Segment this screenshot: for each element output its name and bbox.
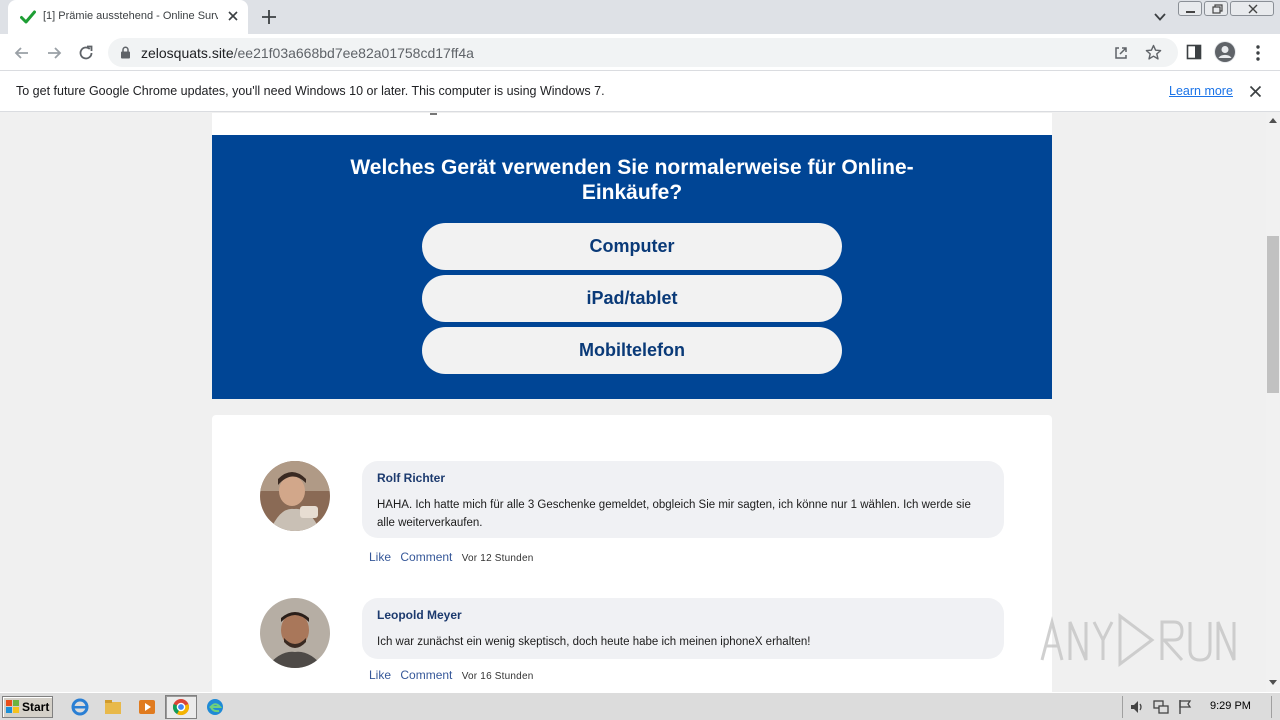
- scroll-up-arrow-icon[interactable]: [1269, 117, 1277, 123]
- speaker-icon[interactable]: [1129, 699, 1145, 715]
- profile-avatar-icon[interactable]: [1214, 41, 1236, 63]
- windows-flag-icon: [6, 700, 19, 713]
- minimize-button[interactable]: [1178, 1, 1202, 16]
- infobar-message: To get future Google Chrome updates, you…: [16, 84, 605, 98]
- url-text[interactable]: zelosquats.site/ee21f03a668bd7ee82a01758…: [141, 45, 474, 61]
- comment-text: HAHA. Ich hatte mich für alle 3 Geschenk…: [377, 499, 971, 529]
- comment-bubble: Rolf Richter HAHA. Ich hatte mich für al…: [362, 461, 1004, 538]
- browser-tab[interactable]: [1] Prämie ausstehend - Online Survey: [8, 0, 248, 34]
- user-photo-icon: [260, 461, 330, 531]
- edge-icon[interactable]: [205, 697, 225, 717]
- green-checkmark-icon: [20, 10, 36, 24]
- tab-close-icon[interactable]: [225, 8, 241, 24]
- url-path: /ee21f03a668bd7ee82a01758cd17ff4a: [233, 45, 474, 61]
- infobar-close-icon[interactable]: [1249, 85, 1262, 98]
- page-viewport: Welches Gerät verwenden Sie normalerweis…: [0, 113, 1266, 692]
- card-top-edge: [212, 113, 1052, 135]
- restore-icon: [1212, 4, 1223, 14]
- close-icon: [1248, 4, 1258, 14]
- question-title: Welches Gerät verwenden Sie normalerweis…: [350, 156, 914, 204]
- restore-button[interactable]: [1204, 1, 1228, 16]
- share-icon[interactable]: [1113, 45, 1129, 61]
- file-explorer-icon[interactable]: [103, 697, 123, 717]
- chrome-icon: [172, 699, 190, 716]
- address-bar[interactable]: zelosquats.site/ee21f03a668bd7ee82a01758…: [108, 38, 1178, 67]
- comment-actions: Like Comment Vor 16 Stunden: [369, 668, 539, 682]
- answer-button-mobile[interactable]: Mobiltelefon: [422, 327, 842, 374]
- url-domain: zelosquats.site: [141, 45, 234, 61]
- tab-strip: [1] Prämie ausstehend - Online Survey: [0, 0, 1280, 34]
- scroll-thumb[interactable]: [1267, 236, 1279, 393]
- cropped-mark: [430, 113, 437, 115]
- bookmark-star-icon[interactable]: [1145, 44, 1162, 61]
- survey-question-panel: Welches Gerät verwenden Sie normalerweis…: [212, 135, 1052, 399]
- minimize-icon: [1186, 11, 1195, 13]
- network-icon[interactable]: [1153, 699, 1169, 715]
- person-icon: [1215, 42, 1235, 62]
- comment-link[interactable]: Comment: [400, 550, 452, 564]
- vertical-scrollbar[interactable]: [1266, 113, 1280, 692]
- reload-icon[interactable]: [77, 44, 95, 62]
- windows-taskbar: Start 9:29 PM: [0, 692, 1280, 720]
- internet-explorer-icon[interactable]: [70, 697, 90, 717]
- answer-button-tablet[interactable]: iPad/tablet: [422, 275, 842, 322]
- tab-title: [1] Prämie ausstehend - Online Survey: [43, 10, 218, 22]
- comment-author[interactable]: Leopold Meyer: [377, 608, 462, 622]
- anyrun-watermark-logo: [1040, 613, 1236, 667]
- comment-actions: Like Comment Vor 12 Stunden: [369, 550, 539, 564]
- comment-timestamp: Vor 12 Stunden: [461, 553, 534, 564]
- side-panel-icon[interactable]: [1186, 44, 1202, 60]
- taskbar-clock[interactable]: 9:29 PM: [1210, 700, 1251, 712]
- browser-toolbar: zelosquats.site/ee21f03a668bd7ee82a01758…: [0, 34, 1280, 71]
- update-infobar: To get future Google Chrome updates, you…: [0, 71, 1280, 112]
- like-link[interactable]: Like: [369, 550, 391, 564]
- comment-bubble: Leopold Meyer Ich war zunächst ein wenig…: [362, 598, 1004, 659]
- scroll-down-arrow-icon[interactable]: [1269, 680, 1277, 686]
- comment-author[interactable]: Rolf Richter: [377, 471, 445, 485]
- start-button[interactable]: Start: [2, 696, 53, 718]
- taskbar-active-item[interactable]: [165, 695, 197, 719]
- comment-text: Ich war zunächst ein wenig skeptisch, do…: [377, 636, 811, 648]
- forward-arrow-icon[interactable]: [45, 44, 63, 62]
- tab-search-chevron-icon[interactable]: [1152, 10, 1168, 24]
- comment-timestamp: Vor 16 Stunden: [461, 671, 534, 682]
- answer-button-computer[interactable]: Computer: [422, 223, 842, 270]
- avatar: [260, 598, 330, 668]
- like-link[interactable]: Like: [369, 668, 391, 682]
- action-center-flag-icon[interactable]: [1177, 699, 1193, 715]
- start-label: Start: [22, 700, 50, 714]
- kebab-menu-icon[interactable]: [1255, 44, 1261, 62]
- window-controls: [1178, 1, 1274, 17]
- new-tab-icon[interactable]: [260, 8, 278, 26]
- back-arrow-icon[interactable]: [13, 44, 31, 62]
- system-tray: 9:29 PM: [1122, 696, 1278, 718]
- close-window-button[interactable]: [1230, 1, 1274, 16]
- learn-more-link[interactable]: Learn more: [1169, 84, 1233, 98]
- comments-section: Rolf Richter HAHA. Ich hatte mich für al…: [212, 415, 1052, 692]
- media-player-icon[interactable]: [137, 697, 157, 717]
- avatar: [260, 461, 330, 531]
- show-desktop-button[interactable]: [1271, 696, 1279, 718]
- comment-link[interactable]: Comment: [400, 668, 452, 682]
- user-photo-icon: [260, 598, 330, 668]
- lock-icon[interactable]: [120, 46, 131, 59]
